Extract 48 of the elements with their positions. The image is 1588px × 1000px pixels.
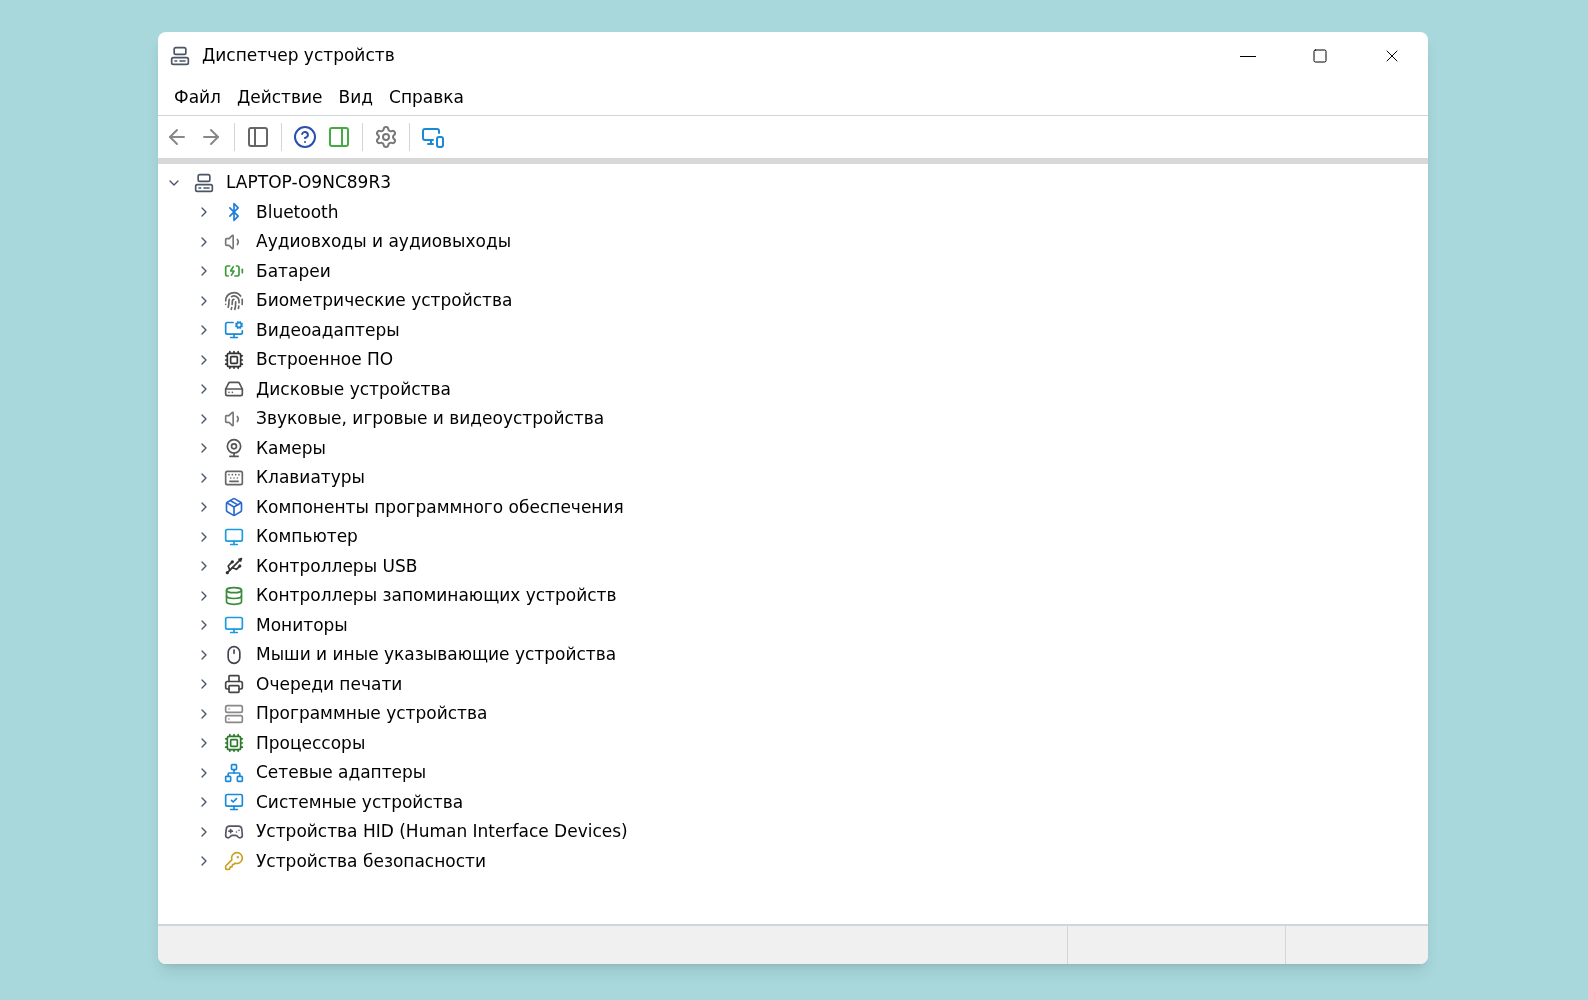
chip-icon (224, 349, 244, 370)
tree-item[interactable]: Дисковые устройства (256, 376, 451, 402)
monitor-icon (224, 615, 244, 636)
tree-item[interactable]: Встроенное ПО (256, 347, 394, 373)
minimize-icon (1240, 55, 1256, 57)
menu-item[interactable]: Файл (166, 84, 229, 111)
tree-item[interactable]: Мониторы (256, 612, 348, 638)
tree-item[interactable]: Очереди печати (256, 671, 403, 697)
drive-icon (224, 379, 244, 400)
tree-item[interactable]: Звуковые, игровые и видеоустройства (256, 406, 605, 432)
maximize-icon (1312, 48, 1328, 64)
mouse-icon (224, 644, 244, 665)
tree-item[interactable]: Компьютер (256, 524, 358, 550)
tree-item[interactable]: LAPTOP-O9NC89R3 (226, 170, 392, 196)
menu-item[interactable]: Вид (330, 84, 381, 111)
network-icon (224, 762, 244, 783)
tree-item[interactable]: Программные устройства (256, 701, 488, 727)
webcam-icon (224, 438, 244, 459)
usb-icon (224, 556, 244, 577)
tree-item[interactable]: Устройства безопасности (256, 848, 486, 874)
tree-item[interactable]: Устройства HID (Human Interface Devices) (256, 819, 628, 845)
fingerprint-icon (224, 290, 244, 311)
tree-item[interactable]: Контроллеры запоминающих устройств (256, 583, 617, 609)
tree-item[interactable]: Контроллеры USB (256, 553, 418, 579)
tree-item[interactable]: Сетевые адаптеры (256, 760, 427, 786)
tree-item[interactable]: Системные устройства (256, 789, 464, 815)
tree-item[interactable]: Биометрические устройства (256, 288, 513, 314)
help-icon (293, 125, 317, 149)
printer-icon (224, 674, 244, 695)
tree-item[interactable]: Аудиовходы и аудиовыходы (256, 229, 512, 255)
window-title: Диспетчер устройств (202, 44, 395, 68)
action-pane-icon (327, 125, 351, 149)
device-manager-icon (170, 46, 190, 66)
processor-icon (224, 733, 244, 754)
key-icon (224, 851, 244, 872)
computer-icon (194, 172, 214, 193)
tree-item[interactable]: Камеры (256, 435, 326, 461)
tree-item[interactable]: Видеоадаптеры (256, 317, 400, 343)
tree-item[interactable]: Мыши и иные указывающие устройства (256, 642, 617, 668)
tree-item[interactable]: Компоненты программного обеспечения (256, 494, 624, 520)
menu-item[interactable]: Действие (228, 84, 331, 111)
tree-item[interactable]: Клавиатуры (256, 465, 365, 491)
tree-item[interactable]: Батареи (256, 258, 331, 284)
tree-item[interactable]: Bluetooth (256, 199, 339, 225)
console-tree-icon (246, 125, 270, 149)
menu-item[interactable]: Справка (381, 84, 472, 111)
tree-item[interactable]: Процессоры (256, 730, 366, 756)
computer-icon (224, 526, 244, 547)
